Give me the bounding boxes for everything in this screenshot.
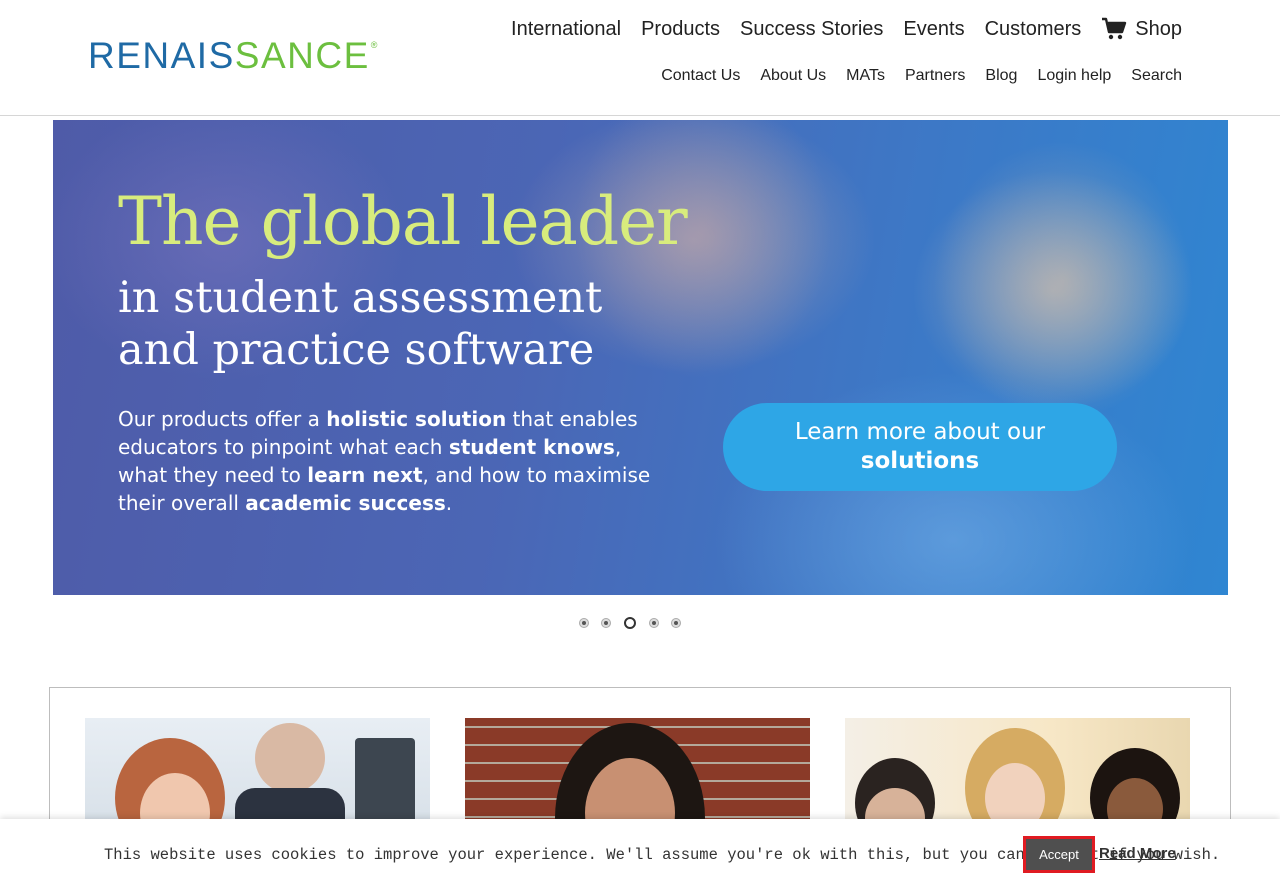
primary-nav: International Products Success Stories E… [511, 16, 1182, 42]
slider-dot-2[interactable] [602, 619, 610, 627]
nav-blog[interactable]: Blog [985, 66, 1017, 86]
nav-products[interactable]: Products [641, 16, 720, 42]
hero-subtitle: in student assessment and practice softw… [118, 273, 603, 375]
cta-line-1: Learn more about our [794, 419, 1046, 445]
learn-more-solutions-button[interactable]: Learn more about our solutions [723, 403, 1117, 491]
nav-shop[interactable]: Shop [1101, 16, 1182, 42]
nav-contact-us[interactable]: Contact Us [661, 66, 740, 86]
cookie-read-more-link[interactable]: Read More [1099, 845, 1176, 862]
hero-photo-student [933, 140, 1193, 420]
nav-success-stories[interactable]: Success Stories [740, 16, 883, 42]
slider-dot-3-active[interactable] [624, 617, 636, 629]
slider-dot-5[interactable] [672, 619, 680, 627]
cookie-accept-button[interactable]: Accept [1023, 836, 1095, 873]
nav-login-help[interactable]: Login help [1037, 66, 1111, 86]
nav-mats[interactable]: MATs [846, 66, 885, 86]
hero-title: The global leader [118, 183, 688, 260]
slider-dot-4[interactable] [650, 619, 658, 627]
hero-description: Our products offer a holistic solution t… [118, 407, 651, 515]
nav-shop-label: Shop [1135, 18, 1182, 40]
nav-partners[interactable]: Partners [905, 66, 965, 86]
hero-banner: The global leader in student assessment … [53, 120, 1228, 595]
slider-dot-1[interactable] [580, 619, 588, 627]
nav-customers[interactable]: Customers [985, 16, 1082, 42]
cta-line-2: solutions [860, 448, 980, 474]
renaissance-logo[interactable]: RENAISSANCE ® [88, 34, 378, 76]
photo-shape [355, 738, 415, 828]
cookie-consent-bar: This website uses cookies to improve you… [0, 819, 1280, 887]
shopping-cart-icon [1102, 17, 1127, 40]
nav-events[interactable]: Events [903, 16, 964, 42]
nav-search[interactable]: Search [1131, 66, 1182, 86]
logo-registered-mark: ® [370, 40, 378, 50]
photo-shape [255, 723, 325, 793]
site-header: RENAISSANCE ® International Products Suc… [0, 0, 1280, 116]
nav-about-us[interactable]: About Us [760, 66, 826, 86]
secondary-nav: Contact Us About Us MATs Partners Blog L… [661, 66, 1182, 86]
logo-wordmark: RENAISSANCE [88, 34, 370, 76]
slider-pagination [580, 617, 680, 629]
nav-international[interactable]: International [511, 16, 621, 42]
